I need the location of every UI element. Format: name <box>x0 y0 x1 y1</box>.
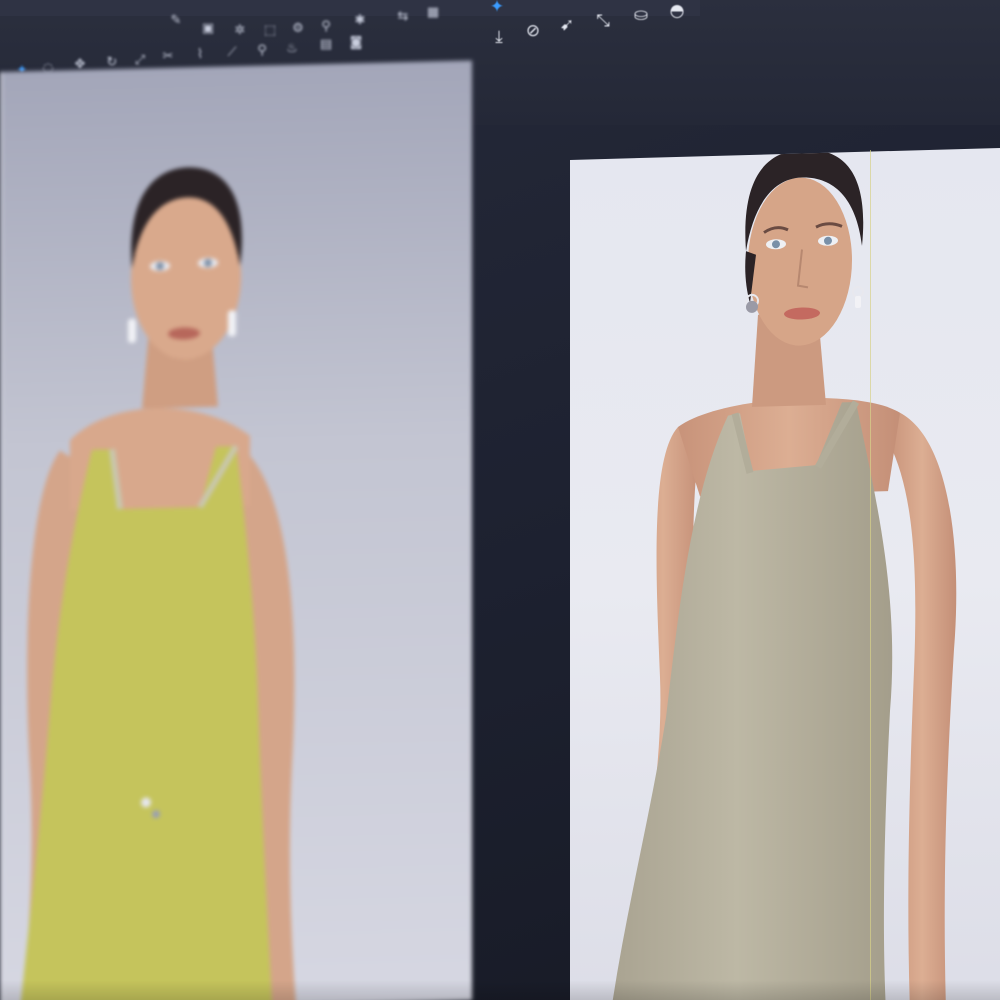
magnet-icon[interactable]: ➹ <box>556 14 578 36</box>
pin-icon[interactable]: ⚲ <box>318 18 334 34</box>
dome-icon[interactable]: ◓ <box>666 0 688 22</box>
viewport-right[interactable] <box>570 147 1000 1000</box>
sew-icon[interactable]: ⌇ <box>192 46 208 62</box>
steam-icon[interactable]: ♨ <box>284 40 300 56</box>
camera-icon[interactable]: ◙ <box>348 34 364 50</box>
gear-icon[interactable]: ⚙ <box>290 20 306 36</box>
fabric-icon[interactable]: ▤ <box>318 36 334 52</box>
brush-icon[interactable]: ✎ <box>168 12 184 28</box>
bulb-icon[interactable]: ✲ <box>232 22 248 38</box>
avatar-right[interactable] <box>570 147 1000 1000</box>
avatar-left[interactable] <box>0 60 472 1000</box>
box-icon[interactable]: ▣ <box>200 20 216 36</box>
dashed-box-icon[interactable]: ⬚ <box>262 22 278 38</box>
globe-icon[interactable]: ⊘ <box>522 20 544 42</box>
viewport-left[interactable] <box>0 60 472 1000</box>
cut-icon[interactable]: ✂ <box>160 48 176 64</box>
grid-icon[interactable]: ▦ <box>425 4 441 20</box>
monitor-screen: ✎ ▣ ✲ ⬚ ⚙ ⚲ ✱ ⇆ ▦ ✦ ◌ ✥ ↻ ⤢ ✂ ⌇ ⟋ ⚲ ♨ ▤ … <box>0 0 1000 1000</box>
scale-icon[interactable]: ⤢ <box>132 52 148 68</box>
resize-arrows-icon[interactable]: ⤡ <box>592 10 614 32</box>
shuffle-icon[interactable]: ⇆ <box>395 8 411 24</box>
bottom-shade <box>0 980 1000 1000</box>
rotate-icon[interactable]: ↻ <box>104 54 120 70</box>
fold-icon[interactable]: ⟋ <box>224 44 240 60</box>
cylinder-icon[interactable]: ⛀ <box>630 4 652 26</box>
pin-icon[interactable]: ⚲ <box>254 42 270 58</box>
spray-icon[interactable]: ✱ <box>352 12 368 28</box>
seam-guide-line <box>870 150 871 1000</box>
transform-icon[interactable]: ✦ <box>486 0 508 18</box>
arrow-down-icon[interactable]: ⤓ <box>488 26 510 48</box>
